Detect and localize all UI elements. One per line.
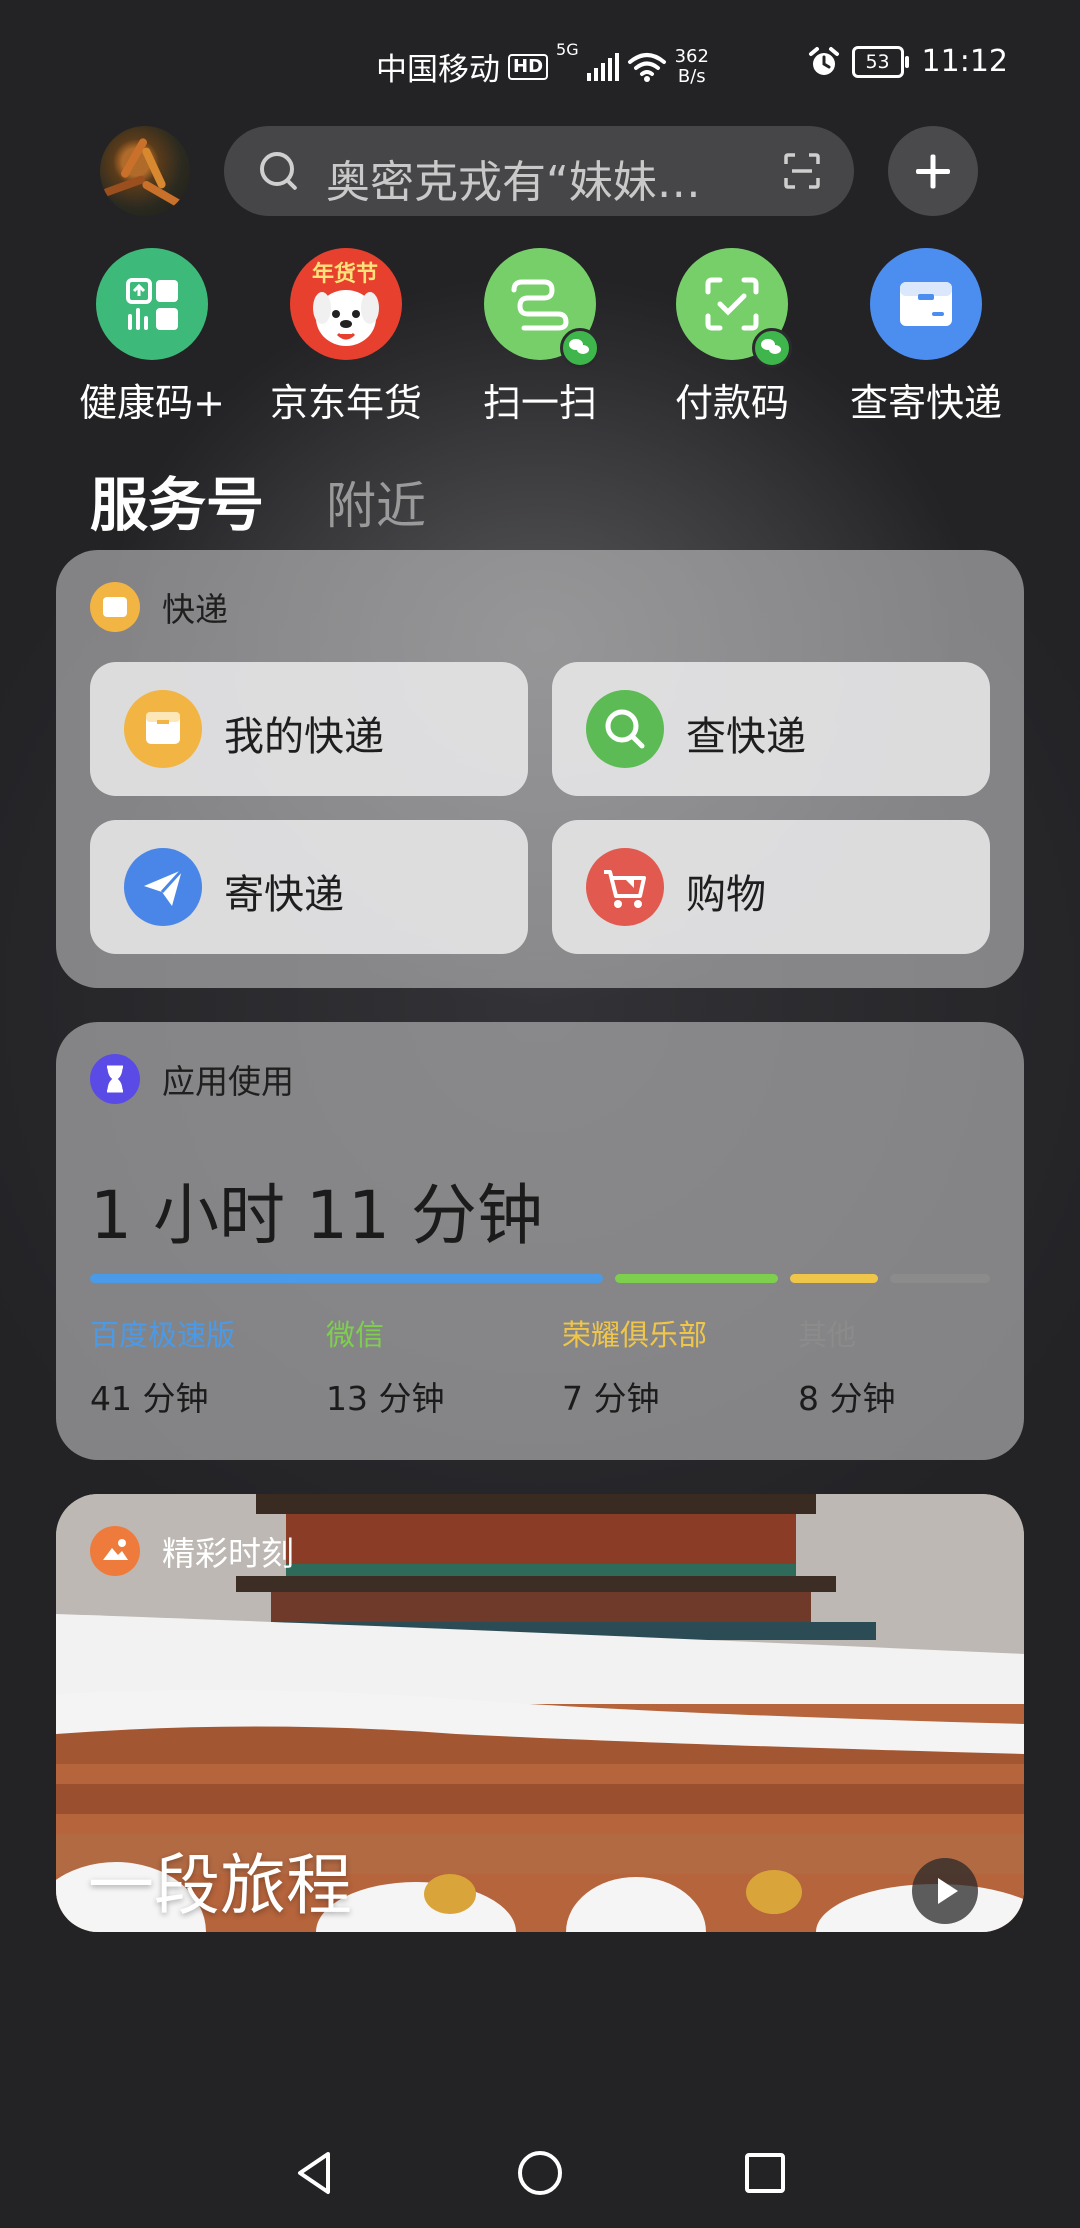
carrier-name: 中国移动 (376, 52, 500, 88)
tab-nearby[interactable]: 附近 (326, 466, 426, 538)
tile-label: 查快递 (686, 714, 806, 760)
avatar[interactable] (100, 126, 190, 216)
nianhuo-badge-text: 年货节 (312, 262, 379, 287)
tile-my-express[interactable]: 我的快递 (90, 662, 528, 796)
network-speed: 362 B/s (674, 45, 709, 87)
status-bar: 中国移动 HD 5G 362 B/s 53 11:12 (0, 0, 1080, 120)
battery-indicator: 53 (851, 45, 909, 78)
cart-icon (586, 848, 664, 926)
home-nav-button[interactable] (515, 2148, 565, 2198)
moment-card-header: 精彩时刻 (90, 1526, 294, 1576)
add-button[interactable] (888, 126, 978, 216)
clock: 11:12 (921, 44, 1008, 79)
express-card-title: 快递 (162, 590, 228, 629)
moment-card-title: 精彩时刻 (162, 1534, 294, 1573)
usage-app-name: 百度极速版 (90, 1318, 236, 1352)
send-plane-icon (124, 848, 202, 926)
search-bar[interactable]: 奥密克戎有“妹妹… (224, 126, 854, 216)
moment-caption: 一段旅程 (88, 1847, 352, 1924)
usage-app-name: 其他 (798, 1318, 857, 1352)
network-type: 5G (556, 40, 579, 59)
usage-bar-wechat (615, 1274, 779, 1283)
usage-bar-baidu (90, 1274, 604, 1283)
back-nav-button[interactable] (290, 2148, 340, 2198)
package-icon (124, 690, 202, 768)
status-right: 53 11:12 (808, 44, 1008, 79)
express-card-header[interactable]: 快递 (90, 582, 228, 632)
usage-card-title: 应用使用 (162, 1062, 294, 1101)
play-icon (938, 1878, 958, 1904)
usage-app-time: 41 分钟 (90, 1379, 209, 1418)
hourglass-icon (90, 1054, 140, 1104)
shortcut-health-code[interactable]: 健康码+ (62, 248, 242, 428)
usage-bar-honor (790, 1274, 878, 1283)
usage-app-time: 8 分钟 (798, 1379, 896, 1418)
tile-search-express[interactable]: 查快递 (552, 662, 990, 796)
usage-app-name: 微信 (326, 1318, 385, 1352)
search-placeholder: 奥密克戎有“妹妹… (326, 157, 701, 208)
usage-app-time: 13 分钟 (326, 1379, 445, 1418)
tab-services[interactable]: 服务号 (90, 458, 264, 542)
scan-code-icon[interactable] (784, 153, 820, 189)
tile-shopping[interactable]: 购物 (552, 820, 990, 954)
alarm-icon (808, 46, 839, 75)
search-package-icon (586, 690, 664, 768)
shortcut-label: 京东年货 (269, 381, 422, 425)
express-card-icon (90, 582, 140, 632)
tile-send-express[interactable]: 寄快递 (90, 820, 528, 954)
tile-label: 我的快递 (224, 714, 384, 760)
search-icon (260, 152, 294, 186)
moments-card[interactable]: 精彩时刻 一段旅程 (56, 1494, 1024, 1932)
shortcut-label: 扫一扫 (482, 381, 597, 425)
usage-total: 1 小时 11 分钟 (90, 1177, 543, 1254)
shortcut-label: 健康码+ (79, 381, 225, 425)
network-speed-value: 362 (674, 45, 709, 67)
shortcut-scan[interactable]: 扫一扫 (450, 248, 630, 428)
recents-nav-button[interactable] (740, 2148, 790, 2198)
usage-bar-other (889, 1274, 990, 1283)
usage-app-name: 荣耀俱乐部 (562, 1318, 708, 1352)
shortcut-label: 查寄快递 (849, 381, 1002, 425)
shortcut-pay-code[interactable]: 付款码 (642, 248, 822, 428)
image-icon (90, 1526, 140, 1576)
signal-icon (586, 52, 619, 81)
shortcut-jd-nianhuo[interactable]: 年货节 京东年货 (256, 248, 436, 428)
wifi-icon (627, 52, 666, 82)
play-button[interactable] (912, 1858, 978, 1924)
network-speed-unit: B/s (677, 65, 706, 87)
express-box-icon (870, 248, 982, 360)
shortcut-label: 付款码 (674, 381, 789, 425)
express-card: 快递 我的快递 查快递 寄快递 购物 (56, 550, 1024, 988)
usage-card-header: 应用使用 (90, 1054, 294, 1104)
health-code-icon (96, 248, 208, 360)
status-left: 中国移动 HD 5G 362 B/s (376, 40, 709, 89)
tile-label: 寄快递 (224, 872, 344, 918)
shortcut-express[interactable]: 查寄快递 (836, 248, 1016, 428)
wechat-badge-icon (752, 328, 792, 368)
tile-label: 购物 (686, 872, 766, 918)
usage-app-time: 7 分钟 (562, 1379, 660, 1418)
hd-badge: HD (508, 53, 549, 80)
wechat-badge-icon (560, 328, 600, 368)
app-usage-card[interactable]: 应用使用 1 小时 11 分钟 百度极速版 微信 荣耀俱乐部 其他 41 分钟 … (56, 1022, 1024, 1460)
jd-nianhuo-icon: 年货节 (290, 248, 402, 360)
